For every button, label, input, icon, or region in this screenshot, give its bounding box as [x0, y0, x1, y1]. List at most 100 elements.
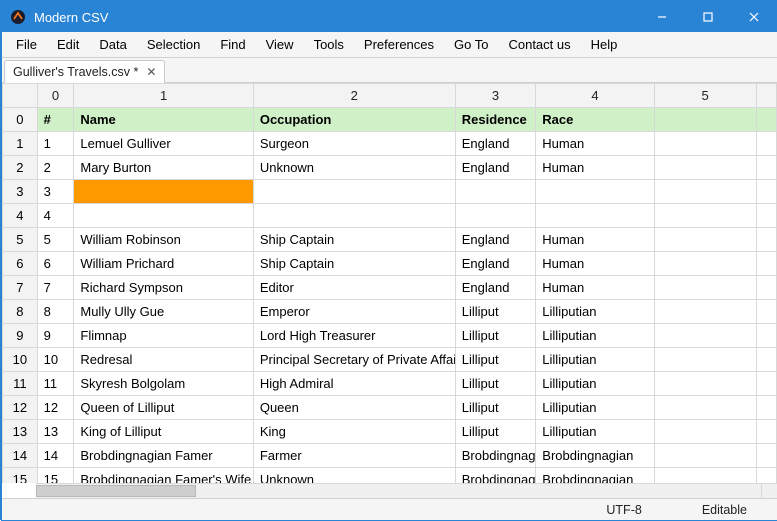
cell[interactable] [756, 252, 776, 276]
cell[interactable]: Brobdingnagian Famer [74, 444, 253, 468]
col-header[interactable] [756, 84, 776, 108]
cell[interactable]: Lilliput [455, 324, 536, 348]
cell[interactable]: Emperor [253, 300, 455, 324]
cell[interactable]: Residence [455, 108, 536, 132]
row-header[interactable]: 15 [3, 468, 38, 484]
cell[interactable]: Brobdingnagian Famer's Wife [74, 468, 253, 484]
menu-data[interactable]: Data [89, 34, 136, 55]
cell[interactable]: Lilliputian [536, 324, 654, 348]
cell[interactable]: Mully Ully Gue [74, 300, 253, 324]
cell[interactable]: Human [536, 156, 654, 180]
cell[interactable]: 6 [37, 252, 74, 276]
cell[interactable]: 9 [37, 324, 74, 348]
cell[interactable]: Lilliput [455, 420, 536, 444]
cell[interactable] [756, 396, 776, 420]
menu-contact[interactable]: Contact us [498, 34, 580, 55]
menu-find[interactable]: Find [210, 34, 255, 55]
cell[interactable] [455, 180, 536, 204]
cell[interactable]: England [455, 252, 536, 276]
menu-file[interactable]: File [6, 34, 47, 55]
cell[interactable]: Surgeon [253, 132, 455, 156]
row-header[interactable]: 7 [3, 276, 38, 300]
cell[interactable]: 1 [37, 132, 74, 156]
cell[interactable]: Flimnap [74, 324, 253, 348]
cell[interactable]: Brobdingnagian [536, 468, 654, 484]
cell[interactable] [253, 180, 455, 204]
cell[interactable]: Farmer [253, 444, 455, 468]
menu-view[interactable]: View [256, 34, 304, 55]
cell[interactable]: 2 [37, 156, 74, 180]
cell[interactable] [756, 324, 776, 348]
row-header[interactable]: 1 [3, 132, 38, 156]
cell[interactable]: Occupation [253, 108, 455, 132]
cell[interactable]: England [455, 276, 536, 300]
col-header[interactable]: 1 [74, 84, 253, 108]
cell[interactable]: Lemuel Gulliver [74, 132, 253, 156]
cell[interactable]: High Admiral [253, 372, 455, 396]
cell[interactable] [654, 276, 756, 300]
cell[interactable] [756, 444, 776, 468]
cell[interactable]: Ship Captain [253, 252, 455, 276]
cell[interactable]: England [455, 228, 536, 252]
cell[interactable]: 11 [37, 372, 74, 396]
status-encoding[interactable]: UTF-8 [576, 503, 671, 517]
cell[interactable]: 13 [37, 420, 74, 444]
cell[interactable] [536, 180, 654, 204]
cell[interactable] [654, 252, 756, 276]
cell[interactable] [654, 300, 756, 324]
cell[interactable] [536, 204, 654, 228]
cell[interactable] [654, 228, 756, 252]
cell[interactable] [654, 372, 756, 396]
cell[interactable] [756, 420, 776, 444]
cell[interactable]: Lilliput [455, 396, 536, 420]
col-header[interactable]: 0 [37, 84, 74, 108]
cell[interactable] [253, 204, 455, 228]
cell[interactable]: Unknown [253, 156, 455, 180]
cell[interactable] [654, 468, 756, 484]
cell[interactable]: Human [536, 132, 654, 156]
cell[interactable]: 10 [37, 348, 74, 372]
close-button[interactable] [731, 2, 777, 32]
row-header[interactable]: 0 [3, 108, 38, 132]
cell[interactable]: Human [536, 252, 654, 276]
cell[interactable]: Unknown [253, 468, 455, 484]
row-header[interactable]: 13 [3, 420, 38, 444]
cell[interactable]: Lilliputian [536, 300, 654, 324]
cell[interactable] [756, 108, 776, 132]
cell[interactable] [654, 444, 756, 468]
cell[interactable]: England [455, 156, 536, 180]
cell[interactable] [756, 300, 776, 324]
cell[interactable] [756, 156, 776, 180]
cell[interactable]: Brobdingnag [455, 444, 536, 468]
cell[interactable] [654, 132, 756, 156]
row-header[interactable]: 14 [3, 444, 38, 468]
cell[interactable] [654, 204, 756, 228]
cell[interactable]: 14 [37, 444, 74, 468]
col-header[interactable]: 4 [536, 84, 654, 108]
row-header[interactable]: 9 [3, 324, 38, 348]
cell[interactable] [654, 324, 756, 348]
menu-help[interactable]: Help [581, 34, 628, 55]
cell[interactable] [756, 204, 776, 228]
cell[interactable] [654, 180, 756, 204]
cell[interactable] [756, 228, 776, 252]
menu-edit[interactable]: Edit [47, 34, 89, 55]
cell[interactable]: Name [74, 108, 253, 132]
cell[interactable]: 4 [37, 204, 74, 228]
cell[interactable]: Richard Sympson [74, 276, 253, 300]
cell[interactable]: Human [536, 228, 654, 252]
cell[interactable]: Queen of Lilliput [74, 396, 253, 420]
menu-preferences[interactable]: Preferences [354, 34, 444, 55]
cell[interactable]: King of Lilliput [74, 420, 253, 444]
cell[interactable]: Race [536, 108, 654, 132]
cell[interactable]: 12 [37, 396, 74, 420]
row-header[interactable]: 2 [3, 156, 38, 180]
cell[interactable]: Lilliputian [536, 348, 654, 372]
cell[interactable] [756, 276, 776, 300]
cell[interactable] [455, 204, 536, 228]
cell[interactable] [756, 132, 776, 156]
menu-tools[interactable]: Tools [304, 34, 354, 55]
active-cell[interactable] [74, 180, 253, 204]
cell[interactable]: Lilliput [455, 348, 536, 372]
cell[interactable]: William Robinson [74, 228, 253, 252]
